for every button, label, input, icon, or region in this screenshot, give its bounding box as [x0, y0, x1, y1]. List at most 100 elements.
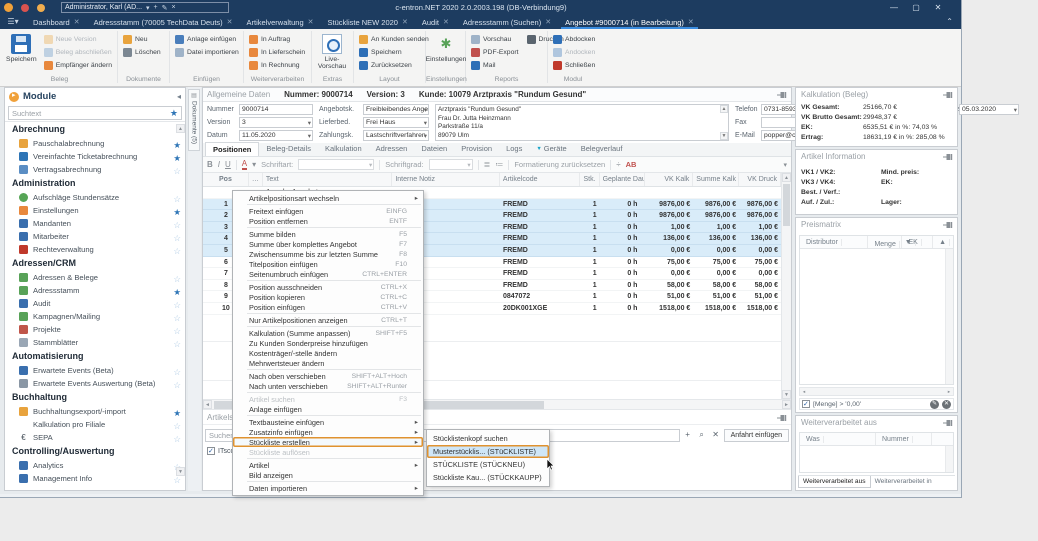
close-tab-icon[interactable]: ✕	[74, 18, 80, 26]
context-menu-item[interactable]: Textbausteine einfügen	[233, 417, 423, 427]
weiterverarbeitet-scrollbar[interactable]	[945, 446, 953, 472]
clear-user-icon[interactable]: ×	[172, 4, 176, 11]
column-header[interactable]: EK	[902, 236, 933, 248]
sidebar-item[interactable]: Erwartete Events (Beta)	[5, 364, 185, 377]
column-header[interactable]: Pos	[203, 173, 249, 186]
sidebar-item[interactable]: Stammblätter	[5, 336, 185, 349]
scroll-up-icon[interactable]: ▲	[782, 173, 791, 182]
underline-button[interactable]: U	[225, 160, 231, 169]
neu-button[interactable]: Neu	[120, 33, 164, 46]
anlage-einfuegen-button[interactable]: Anlage einfügen	[172, 33, 242, 46]
favorites-filter-icon[interactable]: ★	[170, 108, 178, 119]
dokumente-dock-tab[interactable]: ▤ Dokumente (5)	[188, 89, 200, 151]
close-tab-icon[interactable]: ✕	[688, 18, 694, 26]
itscope-checkbox[interactable]	[207, 447, 215, 455]
neue-version-button[interactable]: Neue Version	[41, 33, 115, 46]
column-header[interactable]: Summe Kalk	[693, 173, 739, 186]
context-menu-item[interactable]: Artikel	[233, 460, 423, 470]
sidebar-scrollbar[interactable]: ▲ ▼	[176, 124, 185, 476]
ribbon-collapse-icon[interactable]: ⌃	[946, 15, 953, 29]
chevron-down-icon[interactable]: ▾	[146, 4, 150, 12]
context-menu-item[interactable]: Position entfernen ENTF	[233, 216, 423, 226]
context-menu-item[interactable]: Artikel suchen F3	[233, 394, 423, 404]
context-menu-item[interactable]: Titelposition einfügen F10	[233, 259, 423, 269]
context-menu-item[interactable]: Nach oben verschieben SHIFT+ALT+Hoch	[233, 371, 423, 381]
in-lieferschein-button[interactable]: In Lieferschein	[246, 46, 308, 59]
sidebar-item[interactable]: Aufschläge Stundensätze	[5, 191, 185, 204]
chevron-down-icon[interactable]: ▾	[252, 160, 256, 169]
collapse-sidebar-icon[interactable]: ◂	[177, 92, 181, 101]
sort-icon[interactable]: ▲	[936, 239, 950, 246]
numbered-list-icon[interactable]: ≣	[484, 160, 491, 169]
pin-icon[interactable]	[943, 153, 953, 161]
context-menu-item[interactable]: Daten importieren	[233, 483, 423, 493]
preismatrix-horizontal-scrollbar[interactable]: ◄ ►	[799, 387, 954, 396]
pin-icon[interactable]	[943, 91, 953, 99]
submenu-item[interactable]: Stücklistenkopf suchen	[427, 432, 549, 445]
context-menu-item[interactable]: Summe über komplettes Angebot F7	[233, 239, 423, 249]
sidebar-item[interactable]: Vereinfachte Ticketabrechnung	[5, 150, 185, 163]
pin-icon[interactable]	[777, 414, 787, 422]
document-tab[interactable]: Adressstamm (70005 TechData Deuts) ✕	[87, 15, 240, 29]
edit-filter-icon[interactable]: ✎	[930, 400, 939, 409]
context-menu-item[interactable]: Position einfügen CTRL+V	[233, 302, 423, 312]
vorschau-button[interactable]: Vorschau	[468, 33, 522, 46]
preismatrix-scrollbar[interactable]	[945, 249, 953, 384]
tab[interactable]: Beleg-Details	[259, 142, 318, 156]
andocken-button[interactable]: Andocken	[550, 46, 598, 59]
an-kunden-senden-button[interactable]: An Kunden senden	[356, 33, 432, 46]
sidebar-item[interactable]: Kalkulation pro Filiale	[5, 418, 185, 431]
sidebar-item[interactable]: Mandanten	[5, 217, 185, 230]
sidebar-item[interactable]: Einstellungen	[5, 204, 185, 217]
bullet-list-icon[interactable]: ≔	[495, 160, 503, 169]
mail-button[interactable]: Mail	[468, 59, 522, 72]
column-header[interactable]: …	[249, 173, 263, 186]
close-tab-icon[interactable]: ✕	[227, 18, 233, 26]
pdf-export-button[interactable]: PDF-Export	[468, 46, 522, 59]
zahlungsk-combo[interactable]: Lastschriftverfahren	[363, 130, 429, 141]
search-icon[interactable]: ⌕	[696, 429, 708, 441]
scroll-right-icon[interactable]: ►	[782, 400, 791, 409]
pin-icon[interactable]	[777, 91, 787, 99]
column-header[interactable]: Stk.	[580, 173, 600, 186]
scroll-right-icon[interactable]: ►	[945, 388, 953, 395]
add-user-icon[interactable]: +	[154, 4, 158, 11]
tab-list-menu-icon[interactable]: ☰▾	[0, 15, 26, 29]
column-header[interactable]: Distributor	[800, 236, 868, 248]
einstellungen-button[interactable]: ✱ Einstellungen	[428, 33, 464, 63]
sidebar-item[interactable]: Mitarbeiter	[5, 230, 185, 243]
tab[interactable]: Positionen	[205, 142, 259, 156]
bold-button[interactable]: B	[207, 160, 213, 169]
submenu-item[interactable]: Musterstücklis... (STüCKLISTE)	[427, 445, 549, 458]
lieferbed-combo[interactable]: Frei Haus	[363, 117, 429, 128]
sidebar-item[interactable]: Adressen & Belege	[5, 271, 185, 284]
sidebar-item[interactable]: Analytics	[5, 459, 185, 472]
column-header[interactable]: Interne Notiz	[392, 173, 500, 186]
context-menu-item[interactable]: Nach unten verschieben SHIFT+ALT+Runter	[233, 381, 423, 391]
favorite-star-icon[interactable]	[173, 483, 181, 484]
context-menu-item[interactable]: Artikelpositionsart wechseln	[233, 193, 423, 203]
kunde-adresse-box[interactable]: Arztpraxis "Rundum Gesund" Frau Dr. Jutt…	[435, 104, 729, 141]
context-menu-item[interactable]: Anlage einfügen	[233, 404, 423, 414]
sidebar-item[interactable]: Rechteverwaltung	[5, 243, 185, 256]
submenu-item[interactable]: STÜCKLISTE (STÜCKNEU)	[427, 458, 549, 471]
sidebar-item[interactable]: Vertragsabrechnung	[5, 163, 185, 176]
context-menu-item[interactable]: Kalkulation (Summe anpassen) SHIFT+F5	[233, 328, 423, 338]
context-menu-item[interactable]: Seitenumbruch einfügen CTRL+ENTER	[233, 269, 423, 279]
tab[interactable]: Logs	[499, 142, 529, 156]
anfahrt-einfuegen-button[interactable]: Anfahrt einfügen	[724, 429, 789, 442]
angebotsk-combo[interactable]: Freibleibendes Angebot	[363, 104, 429, 115]
layout-speichern-button[interactable]: Speichern	[356, 46, 432, 59]
schliessen-button[interactable]: Schließen	[550, 59, 598, 72]
column-header[interactable]: Menge ▼	[868, 236, 902, 248]
context-menu-item[interactable]: Position kopieren CTRL+C	[233, 292, 423, 302]
context-menu-item[interactable]: Zwischensumme bis zur letzten Summe F8	[233, 249, 423, 259]
scroll-down-icon[interactable]: ▼	[176, 467, 185, 476]
close-tab-icon[interactable]: ✕	[545, 18, 551, 26]
module-search-input[interactable]	[12, 109, 167, 118]
in-rechnung-button[interactable]: In Rechnung	[246, 59, 308, 72]
minimize-button[interactable]: —	[883, 0, 905, 15]
ab-marker-button[interactable]: AB	[626, 160, 637, 169]
font-family-combo[interactable]	[298, 159, 374, 170]
sidebar-item[interactable]: Projekte	[5, 323, 185, 336]
